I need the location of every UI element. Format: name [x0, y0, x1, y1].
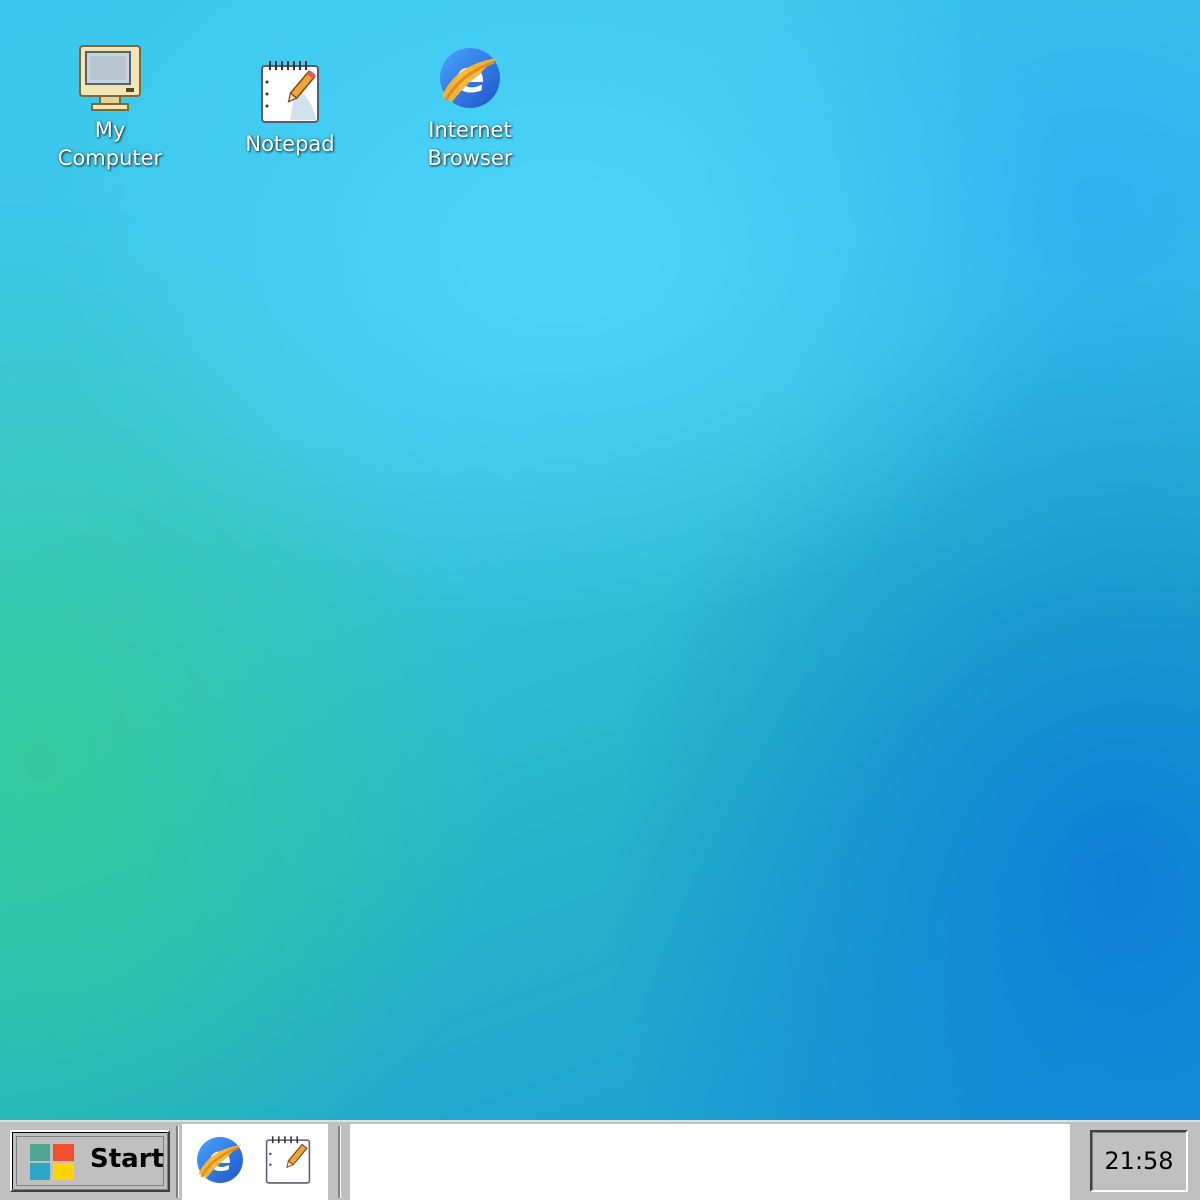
taskbar-divider [176, 1126, 179, 1198]
desktop-icon-label-line: Browser [427, 146, 513, 170]
desktop-icon-label: My Computer [45, 116, 175, 172]
desktop-icon-label: Internet Browser [405, 116, 535, 172]
taskbar-window-list [350, 1124, 1070, 1200]
desktop: My Computer Notepad Internet Browser [0, 0, 1200, 1120]
start-button[interactable]: Start [10, 1130, 170, 1192]
desktop-icon-my-computer[interactable]: My Computer [45, 44, 175, 172]
start-button-label: Start [90, 1144, 164, 1174]
browser-icon: e [440, 48, 500, 108]
clock[interactable]: 21:58 [1090, 1130, 1188, 1192]
quick-launch-notepad-icon[interactable] [262, 1134, 314, 1186]
desktop-icon-internet-browser[interactable]: e Internet Browser [405, 44, 535, 172]
desktop-icon-label-line: Computer [57, 146, 163, 170]
computer-icon [79, 45, 141, 111]
desktop-icon-label-line: My [94, 118, 126, 142]
desktop-icon-notepad[interactable]: Notepad [225, 58, 355, 158]
desktop-icon-label-line: Internet [428, 118, 512, 142]
quick-launch-browser-icon[interactable]: e [194, 1134, 246, 1186]
taskbar-divider [338, 1126, 341, 1198]
windows-logo-icon [30, 1144, 74, 1180]
notepad-icon [261, 61, 319, 123]
taskbar: Start e [0, 1120, 1200, 1200]
desktop-icon-label: Notepad [245, 132, 335, 156]
system-tray: 21:58 [1072, 1124, 1200, 1200]
quick-launch-bar: e [182, 1124, 328, 1200]
